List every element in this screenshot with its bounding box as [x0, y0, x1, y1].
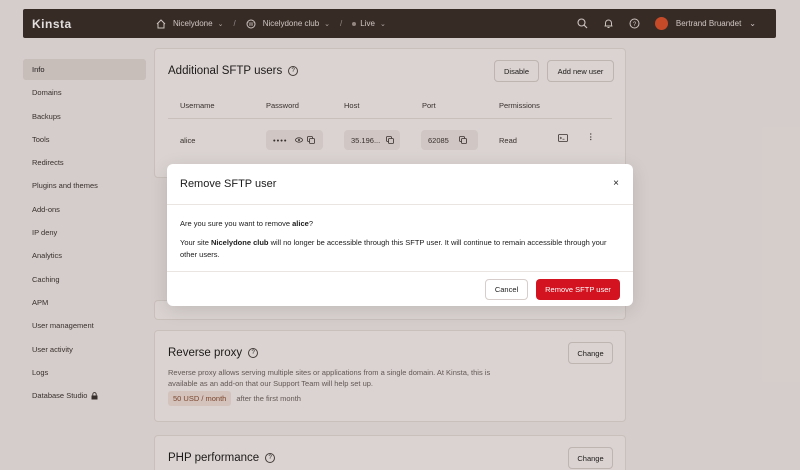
cancel-button[interactable]: Cancel	[485, 279, 528, 300]
dialog-title: Remove SFTP user	[180, 178, 277, 190]
remove-sftp-user-button[interactable]: Remove SFTP user	[536, 279, 620, 300]
remove-sftp-user-dialog: Remove SFTP user × Are you sure you want…	[167, 164, 633, 306]
close-icon[interactable]: ×	[613, 178, 619, 189]
dialog-divider	[167, 271, 633, 272]
dialog-divider	[167, 204, 633, 205]
dialog-question: Are you sure you want to remove alice?	[180, 219, 313, 228]
dialog-body: Your site Nicelydone club will no longer…	[180, 238, 607, 259]
